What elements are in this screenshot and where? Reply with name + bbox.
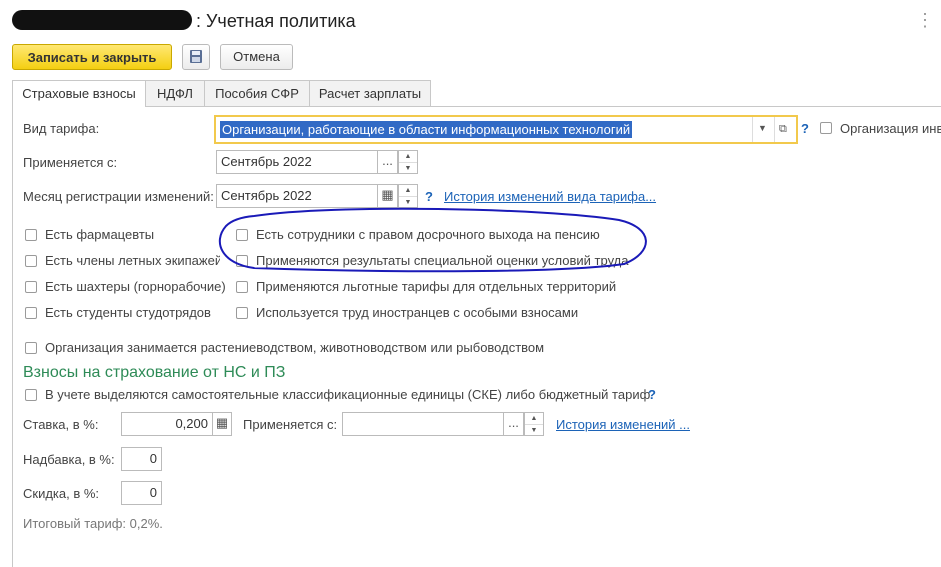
- ns-applies-stepper[interactable]: ▲ ▼: [524, 412, 544, 436]
- checkbox-preferential-territories[interactable]: [236, 281, 248, 293]
- checkbox-pharmacists-label: Есть фармацевты: [45, 227, 155, 242]
- checkbox-miners[interactable]: [25, 281, 37, 293]
- tariff-help-icon[interactable]: ?: [801, 121, 809, 136]
- redacted-mark: [12, 10, 192, 30]
- spin-up-icon[interactable]: ▲: [399, 185, 417, 197]
- discount-field[interactable]: 0: [121, 481, 162, 505]
- applies-from-label: Применяется с:: [23, 155, 118, 170]
- tab-ndfl[interactable]: НДФЛ: [145, 80, 205, 106]
- cancel-button[interactable]: Отмена: [220, 44, 293, 70]
- tariff-value: Организации, работающие в области информ…: [220, 121, 633, 138]
- markup-field[interactable]: 0: [121, 447, 162, 471]
- checkbox-agriculture-label: Организация занимается растениеводством,…: [45, 340, 545, 355]
- rate-label: Ставка, в %:: [23, 417, 99, 432]
- open-icon[interactable]: ⧉: [779, 117, 787, 142]
- calculator-icon[interactable]: ▦: [212, 412, 232, 436]
- checkbox-students[interactable]: [25, 307, 37, 319]
- markup-label: Надбавка, в %:: [23, 452, 115, 467]
- ns-applies-field[interactable]: [342, 412, 504, 436]
- checkbox-students-label: Есть студенты студотрядов: [45, 305, 211, 320]
- save-button[interactable]: [182, 44, 210, 70]
- checkbox-aircrew[interactable]: [25, 255, 37, 267]
- tariff-history-link[interactable]: История изменений вида тарифа...: [444, 189, 656, 204]
- tariff-label: Вид тарифа:: [23, 121, 100, 136]
- reg-month-label: Месяц регистрации изменений:: [23, 189, 214, 204]
- save-and-close-button[interactable]: Записать и закрыть: [12, 44, 172, 70]
- calendar-icon[interactable]: ▦: [377, 184, 398, 208]
- ske-help-icon[interactable]: ?: [648, 387, 656, 402]
- reg-month-stepper[interactable]: ▲ ▼: [398, 184, 418, 208]
- tariff-field[interactable]: Организации, работающие в области информ…: [214, 115, 798, 144]
- checkbox-foreigners[interactable]: [236, 307, 248, 319]
- reg-month-field[interactable]: Сентябрь 2022: [216, 184, 378, 208]
- select-ellipsis-button[interactable]: ...: [503, 412, 524, 436]
- ns-section-heading: Взносы на страхование от НС и ПЗ: [23, 364, 286, 381]
- checkbox-pharmacists[interactable]: [25, 229, 37, 241]
- applies-from-stepper[interactable]: ▲ ▼: [398, 150, 418, 174]
- checkbox-agriculture[interactable]: [25, 342, 37, 354]
- field-separator: [774, 117, 775, 142]
- rate-field[interactable]: 0,200: [121, 412, 213, 436]
- spin-up-icon[interactable]: ▲: [525, 413, 543, 425]
- floppy-icon: [190, 50, 202, 63]
- applies-from-field[interactable]: Сентябрь 2022: [216, 150, 378, 174]
- org-checkbox-label: Организация инв: [840, 121, 941, 136]
- spin-up-icon[interactable]: ▲: [399, 151, 417, 163]
- checkbox-ske-label: В учете выделяются самостоятельные класс…: [45, 387, 651, 402]
- panel-border: [12, 106, 13, 567]
- spin-down-icon[interactable]: ▼: [525, 425, 543, 436]
- select-ellipsis-button[interactable]: ...: [377, 150, 398, 174]
- checkbox-preferential-territories-label: Применяются льготные тарифы для отдельны…: [256, 279, 617, 294]
- checkbox-foreigners-label: Используется труд иностранцев с особыми …: [256, 305, 579, 320]
- tab-benefits[interactable]: Пособия СФР: [204, 80, 310, 106]
- checkbox-ske[interactable]: [25, 389, 37, 401]
- window-title: : Учетная политика: [12, 10, 356, 32]
- tab-insurance[interactable]: Страховые взносы: [12, 80, 146, 107]
- checkbox-aircrew-label: Есть члены летных экипажей: [45, 253, 220, 268]
- spin-down-icon[interactable]: ▼: [399, 163, 417, 174]
- ns-history-link[interactable]: История изменений ...: [556, 417, 690, 432]
- more-menu-icon[interactable]: ⋮: [916, 10, 934, 31]
- annotation-ellipse: [218, 207, 647, 273]
- org-checkbox[interactable]: [820, 122, 832, 134]
- discount-label: Скидка, в %:: [23, 486, 100, 501]
- tab-payroll[interactable]: Расчет зарплаты: [309, 80, 431, 106]
- ns-applies-label: Применяется с:: [243, 417, 338, 432]
- dropdown-arrow-icon[interactable]: ▼: [758, 116, 767, 141]
- field-separator: [752, 117, 753, 142]
- total-tariff-text: Итоговый тариф: 0,2%.: [23, 516, 163, 531]
- tabs-divider: [12, 106, 941, 107]
- checkbox-miners-label: Есть шахтеры (горнорабочие): [45, 279, 226, 294]
- reg-month-help-icon[interactable]: ?: [425, 189, 433, 204]
